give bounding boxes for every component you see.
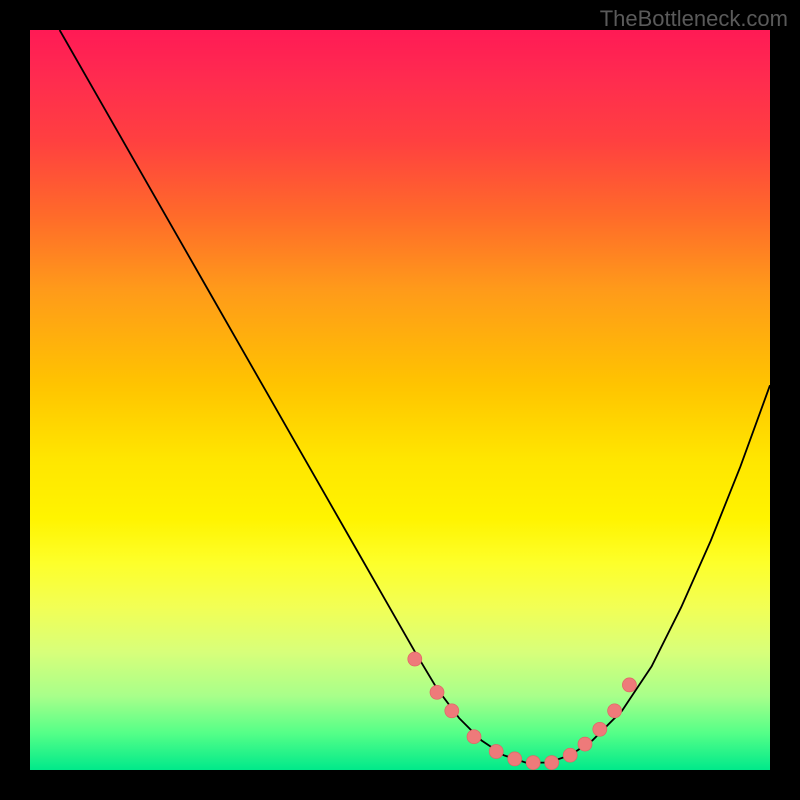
chart-plot-area: [30, 30, 770, 770]
chart-svg: [30, 30, 770, 770]
chart-marker: [526, 756, 540, 770]
watermark-text: TheBottleneck.com: [600, 6, 788, 32]
chart-marker: [489, 745, 503, 759]
chart-marker: [622, 678, 636, 692]
chart-marker: [408, 652, 422, 666]
chart-marker: [445, 704, 459, 718]
chart-marker: [508, 752, 522, 766]
chart-marker: [467, 730, 481, 744]
chart-marker: [563, 748, 577, 762]
chart-marker: [578, 737, 592, 751]
chart-marker: [430, 685, 444, 699]
chart-marker: [608, 704, 622, 718]
chart-marker: [545, 756, 559, 770]
chart-markers: [408, 652, 637, 770]
chart-marker: [593, 722, 607, 736]
